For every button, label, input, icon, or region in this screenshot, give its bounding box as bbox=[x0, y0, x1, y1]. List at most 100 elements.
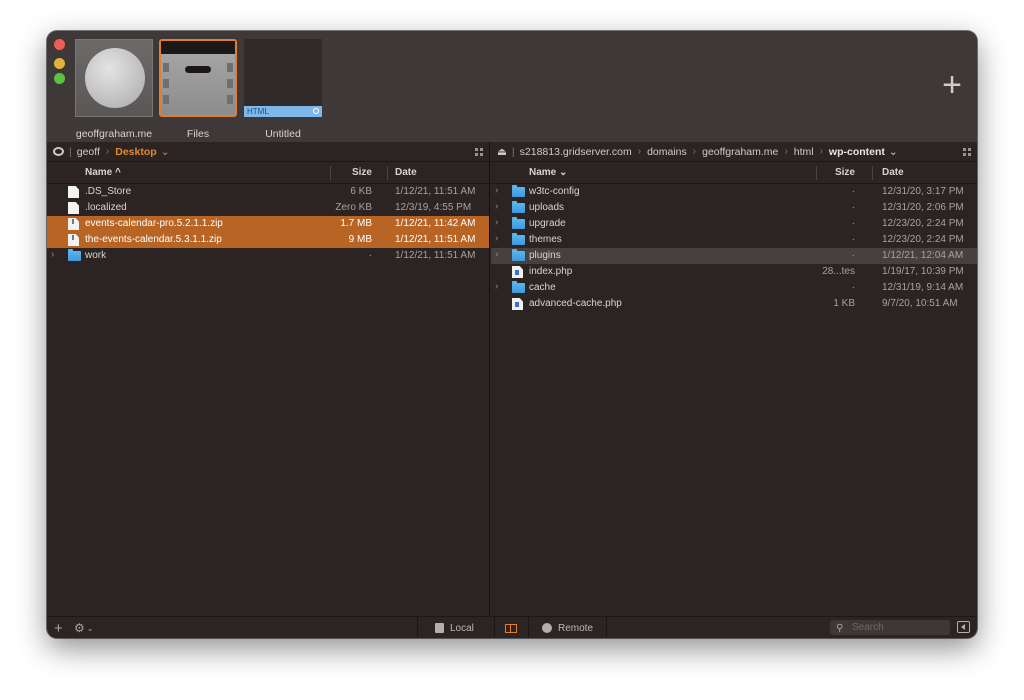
globe-icon bbox=[85, 48, 145, 108]
breadcrumb-current[interactable]: wp-content bbox=[829, 146, 885, 158]
breadcrumb-item[interactable]: s218813.gridserver.com bbox=[520, 146, 632, 158]
disclosure-chevron-icon[interactable]: › bbox=[51, 249, 54, 260]
chevron-down-icon[interactable]: ⌄ bbox=[161, 146, 170, 158]
new-tab-button[interactable]: + bbox=[939, 68, 965, 102]
tab-files[interactable]: Files bbox=[159, 39, 237, 140]
file-row[interactable]: the-events-calendar.5.3.1.1.zip 9 MB 1/12/… bbox=[47, 232, 489, 248]
file-name: w3tc-config bbox=[529, 186, 580, 197]
eye-icon[interactable] bbox=[53, 147, 64, 156]
breadcrumb-item[interactable]: html bbox=[794, 146, 814, 158]
breadcrumb-current[interactable]: Desktop bbox=[115, 146, 156, 158]
column-divider[interactable] bbox=[816, 166, 817, 180]
eject-icon[interactable]: ⏏ bbox=[497, 146, 507, 158]
view-grid-icon[interactable] bbox=[963, 148, 971, 156]
film-hole bbox=[227, 95, 233, 104]
file-date: 1/12/21, 11:51 AM bbox=[395, 250, 476, 261]
breadcrumb: ⏏ | s218813.gridserver.com › domains › g… bbox=[491, 142, 977, 162]
column-size[interactable]: Size bbox=[332, 167, 372, 178]
column-size[interactable]: Size bbox=[821, 167, 855, 178]
disclosure-chevron-icon[interactable]: › bbox=[495, 281, 498, 292]
file-row[interactable]: index.php 28...tes 1/19/17, 10:39 PM bbox=[491, 264, 977, 280]
php-file-icon bbox=[512, 266, 523, 278]
film-hole bbox=[163, 95, 169, 104]
disclosure-chevron-icon[interactable]: › bbox=[495, 249, 498, 260]
breadcrumb-item[interactable]: geoff bbox=[77, 146, 100, 158]
file-size: · bbox=[368, 250, 372, 261]
file-size: · bbox=[851, 234, 855, 245]
file-row[interactable]: .localized Zero KB 12/3/19, 4:55 PM bbox=[47, 200, 489, 216]
file-size: · bbox=[851, 186, 855, 197]
toggle-sidebar-button[interactable] bbox=[957, 621, 970, 633]
file-row[interactable]: › w3tc-config · 12/31/20, 3:17 PM bbox=[491, 184, 977, 200]
search-input[interactable]: ⚲ Search bbox=[830, 620, 950, 635]
folder-icon bbox=[68, 249, 81, 261]
disclosure-chevron-icon[interactable]: › bbox=[495, 217, 498, 228]
file-row[interactable]: › cache · 12/31/19, 9:14 AM bbox=[491, 280, 977, 296]
add-icon[interactable]: + bbox=[54, 617, 63, 638]
column-divider[interactable] bbox=[872, 166, 873, 180]
film-hole bbox=[227, 63, 233, 72]
file-row[interactable]: .DS_Store 6 KB 1/12/21, 11:51 AM bbox=[47, 184, 489, 200]
maximize-window-button[interactable] bbox=[54, 73, 65, 84]
file-date: 12/31/19, 9:14 AM bbox=[882, 282, 964, 293]
breadcrumb-item[interactable]: domains bbox=[647, 146, 687, 158]
file-name: work bbox=[85, 250, 107, 261]
chevron-down-icon[interactable]: ⌄ bbox=[889, 146, 898, 158]
divider bbox=[528, 617, 529, 638]
file-size: 1 KB bbox=[833, 298, 855, 309]
disclosure-chevron-icon[interactable]: › bbox=[495, 233, 498, 244]
disclosure-chevron-icon[interactable]: › bbox=[495, 201, 498, 212]
divider: | bbox=[69, 145, 72, 158]
file-row[interactable]: advanced-cache.php 1 KB 9/7/20, 10:51 AM bbox=[491, 296, 977, 312]
file-date: 12/31/20, 2:06 PM bbox=[882, 202, 964, 213]
html-badge-label: HTML bbox=[247, 107, 269, 116]
file-name: uploads bbox=[529, 202, 565, 213]
bottom-toolbar: + ⚙ ⌄ Local Remote ⚲ Search bbox=[47, 616, 977, 638]
chevron-right-icon: › bbox=[637, 146, 642, 157]
file-name: cache bbox=[529, 282, 556, 293]
tab-label: Untitled bbox=[265, 128, 301, 140]
breadcrumb-item[interactable]: geoffgraham.me bbox=[702, 146, 778, 158]
file-row[interactable]: › upgrade · 12/23/20, 2:24 PM bbox=[491, 216, 977, 232]
title-bar: geoffgraham.me Files HTML Untitled + bbox=[47, 31, 977, 142]
minimize-window-button[interactable] bbox=[54, 58, 65, 69]
tab-geoffgraham[interactable]: geoffgraham.me bbox=[75, 39, 153, 140]
tab-untitled[interactable]: HTML Untitled bbox=[244, 39, 322, 140]
local-button[interactable]: Local bbox=[435, 617, 474, 638]
column-divider[interactable] bbox=[330, 166, 331, 180]
divider bbox=[417, 617, 418, 638]
disclosure-chevron-icon[interactable]: › bbox=[495, 185, 498, 196]
file-size: 28...tes bbox=[822, 266, 855, 277]
folder-icon bbox=[512, 217, 525, 229]
column-name[interactable]: Name ^ bbox=[85, 167, 121, 178]
html-badge: HTML bbox=[244, 106, 322, 117]
file-icon bbox=[68, 186, 79, 198]
view-grid-icon[interactable] bbox=[475, 148, 483, 156]
remote-label: Remote bbox=[558, 622, 594, 634]
remote-button[interactable]: Remote bbox=[542, 617, 593, 638]
file-row[interactable]: › uploads · 12/31/20, 2:06 PM bbox=[491, 200, 977, 216]
file-name: advanced-cache.php bbox=[529, 298, 622, 309]
local-label: Local bbox=[450, 622, 474, 634]
remote-pane: ⏏ | s218813.gridserver.com › domains › g… bbox=[491, 142, 977, 616]
gear-icon[interactable]: ⚙ ⌄ bbox=[74, 617, 93, 638]
file-row[interactable]: › work · 1/12/21, 11:51 AM bbox=[47, 248, 489, 264]
tab-label: geoffgraham.me bbox=[75, 128, 153, 140]
file-icon bbox=[68, 202, 79, 214]
column-date[interactable]: Date bbox=[882, 167, 904, 178]
file-row[interactable]: › plugins · 1/12/21, 12:04 AM bbox=[491, 248, 977, 264]
tab-thumbnail: HTML bbox=[244, 39, 322, 117]
file-row[interactable]: › themes · 12/23/20, 2:24 PM bbox=[491, 232, 977, 248]
file-row[interactable]: events-calendar-pro.5.2.1.1.zip 1.7 MB 1/1… bbox=[47, 216, 489, 232]
close-window-button[interactable] bbox=[54, 39, 65, 50]
file-name: the-events-calendar.5.3.1.1.zip bbox=[85, 234, 222, 245]
zip-file-icon bbox=[68, 218, 79, 230]
file-size: 9 MB bbox=[348, 234, 372, 245]
file-date: 1/12/21, 11:51 AM bbox=[395, 186, 476, 197]
column-name[interactable]: Name ⌄ bbox=[529, 167, 567, 178]
split-view-button[interactable] bbox=[505, 617, 517, 638]
file-date: 1/12/21, 11:51 AM bbox=[395, 234, 476, 245]
filmstrip-icon bbox=[161, 41, 235, 54]
column-divider[interactable] bbox=[387, 166, 388, 180]
column-date[interactable]: Date bbox=[395, 167, 417, 178]
